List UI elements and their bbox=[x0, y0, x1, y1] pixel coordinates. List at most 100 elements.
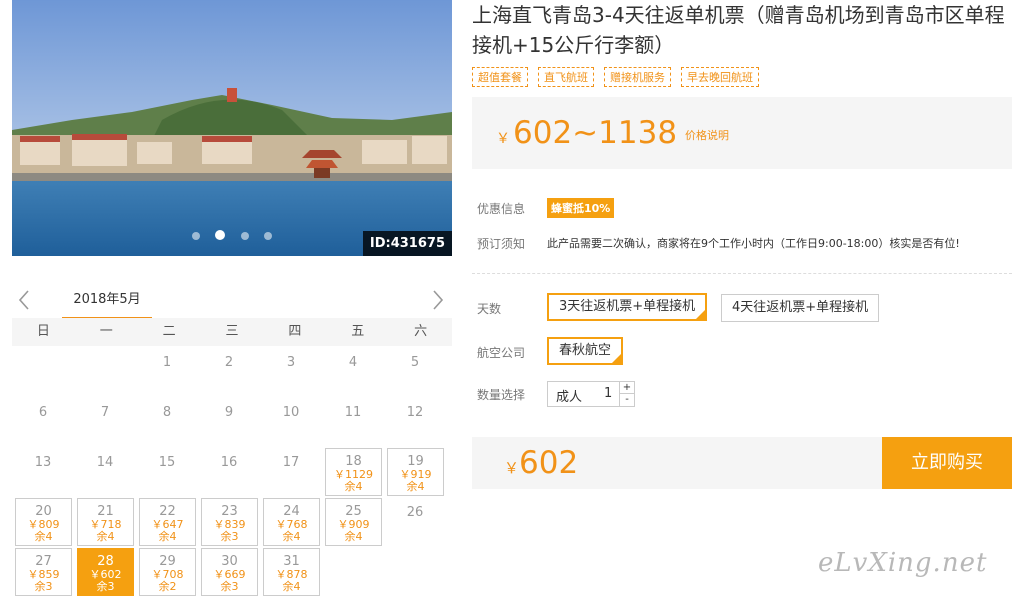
tag-badge: 早去晚回航班 bbox=[681, 67, 759, 87]
qty-value[interactable]: 1 bbox=[604, 386, 612, 401]
watermark: eLvXing.net bbox=[818, 548, 988, 578]
price-range-value: 602~1138 bbox=[513, 115, 678, 151]
calendar-day: 13 bbox=[12, 447, 74, 497]
slide-dot-4[interactable] bbox=[263, 232, 272, 240]
qty-label: 数量选择 bbox=[477, 388, 526, 402]
price-range: ￥602~1138 价格说明 bbox=[496, 115, 729, 151]
calendar-day-number: 20 bbox=[35, 504, 52, 519]
calendar-day-number: 12 bbox=[406, 405, 424, 420]
buy-now-button[interactable]: 立即购买 bbox=[882, 437, 1012, 489]
calendar-week-row: 13 14 15 16 17 18 ￥1129 余4 19 ￥919 余4 bbox=[12, 447, 452, 497]
calendar-day-number: 7 bbox=[100, 405, 110, 420]
weekday-label: 五 bbox=[351, 324, 365, 339]
calendar-day: 9 bbox=[198, 397, 260, 447]
slide-dot-1[interactable] bbox=[192, 232, 201, 240]
calendar-day-available[interactable]: 23 ￥839 余3 bbox=[201, 498, 258, 546]
calendar-day-number: 3 bbox=[286, 355, 296, 370]
slide-dot-3[interactable] bbox=[240, 232, 249, 240]
calendar-day: 14 bbox=[74, 447, 136, 497]
calendar-day-stock: 余4 bbox=[158, 530, 177, 543]
calendar-day: 16 bbox=[198, 447, 260, 497]
calendar-day-available[interactable]: 21 ￥718 余4 bbox=[77, 498, 134, 546]
promo-badge: 蜂蜜抵10% bbox=[547, 198, 615, 218]
tag-badge: 超值套餐 bbox=[472, 67, 528, 87]
next-month-button[interactable] bbox=[428, 287, 448, 313]
weekday-label: 四 bbox=[288, 324, 302, 339]
calendar-day-number: 19 bbox=[407, 454, 424, 469]
calendar-day-number: 22 bbox=[159, 504, 176, 519]
calendar-day-available[interactable]: 27 ￥859 余3 bbox=[15, 548, 72, 596]
calendar-day-stock: 余4 bbox=[344, 530, 363, 543]
slide-dot-2[interactable] bbox=[215, 230, 226, 240]
calendar-day-number: 29 bbox=[159, 554, 176, 569]
total-price: ￥602 bbox=[504, 445, 578, 481]
qty-type: 成人 bbox=[556, 390, 583, 405]
calendar-day-number: 25 bbox=[345, 504, 362, 519]
calendar-day-available[interactable]: 20 ￥809 余4 bbox=[15, 498, 72, 546]
calendar-day: 17 bbox=[260, 447, 322, 497]
calendar-day-stock: 余4 bbox=[406, 480, 425, 493]
calendar-month-tab[interactable]: 2018年5月 bbox=[62, 287, 152, 319]
calendar-empty-cell bbox=[74, 347, 136, 397]
qty-decrement-button[interactable]: - bbox=[619, 394, 634, 406]
calendar-empty-cell bbox=[12, 347, 74, 397]
calendar-day-number: 1 bbox=[162, 355, 172, 370]
currency-symbol: ￥ bbox=[504, 459, 520, 477]
calendar-day-available[interactable]: 18 ￥1129 余4 bbox=[325, 448, 382, 496]
days-option-4[interactable]: 4天往返机票+单程接机 bbox=[721, 294, 880, 322]
calendar-day: 5 bbox=[384, 347, 446, 397]
calendar-day-number: 5 bbox=[410, 355, 420, 370]
prev-month-button[interactable] bbox=[14, 287, 34, 313]
calendar-day-stock: 余4 bbox=[34, 530, 53, 543]
days-option-3[interactable]: 3天往返机票+单程接机 bbox=[547, 293, 708, 321]
product-photo[interactable]: ID:431675 bbox=[12, 0, 452, 256]
buy-bar: ￥602 立即购买 bbox=[472, 437, 1012, 489]
calendar-grid: 1 2 3 4 5 6 7 8 9 10 11 12 13 14 15 16 17 18 ￥1129 余4 19 ￥919… bbox=[12, 347, 452, 597]
calendar-day-number: 24 bbox=[283, 504, 300, 519]
calendar-day-stock: 余4 bbox=[282, 580, 301, 593]
days-label: 天数 bbox=[477, 302, 502, 316]
calendar-day-available[interactable]: 22 ￥647 余4 bbox=[139, 498, 196, 546]
calendar-empty-cell bbox=[384, 547, 446, 597]
weekday-label: 三 bbox=[225, 324, 239, 339]
calendar-day-available[interactable]: 19 ￥919 余4 bbox=[387, 448, 444, 496]
calendar-day-available[interactable]: 25 ￥909 余4 bbox=[325, 498, 382, 546]
calendar-day: 3 bbox=[260, 347, 322, 397]
calendar-day-number: 27 bbox=[35, 554, 52, 569]
calendar-day: 6 bbox=[12, 397, 74, 447]
calendar-day-selected[interactable]: 28 ￥602 余3 bbox=[77, 548, 134, 596]
calendar-day-number: 14 bbox=[96, 455, 114, 470]
chevron-right-icon bbox=[433, 290, 444, 310]
calendar-day-available[interactable]: 30 ￥669 余3 bbox=[201, 548, 258, 596]
calendar-day: 8 bbox=[136, 397, 198, 447]
calendar-day-available[interactable]: 24 ￥768 余4 bbox=[263, 498, 320, 546]
calendar-day-number: 16 bbox=[220, 455, 238, 470]
calendar-day: 4 bbox=[322, 347, 384, 397]
calendar-day-available[interactable]: 31 ￥878 余4 bbox=[263, 548, 320, 596]
calendar-day-available[interactable]: 29 ￥708 余2 bbox=[139, 548, 196, 596]
qty-increment-button[interactable]: + bbox=[619, 382, 634, 394]
price-note-link[interactable]: 价格说明 bbox=[685, 129, 729, 142]
total-price-value: 602 bbox=[519, 445, 579, 481]
calendar-day-number: 23 bbox=[221, 504, 238, 519]
calendar-day-stock: 余3 bbox=[220, 580, 239, 593]
calendar-week-row: 27 ￥859 余3 28 ￥602 余3 29 ￥708 余2 30 ￥669 余3 31 ￥878 余4 bbox=[12, 547, 452, 597]
tag-badge: 赠接机服务 bbox=[604, 67, 671, 87]
calendar-day-number: 26 bbox=[406, 505, 424, 520]
photo-id-badge: ID:431675 bbox=[362, 231, 452, 256]
airline-option[interactable]: 春秋航空 bbox=[547, 337, 624, 365]
calendar-day-stock: 余3 bbox=[220, 530, 239, 543]
calendar-week-row: 20 ￥809 余4 21 ￥718 余4 22 ￥647 余4 23 ￥839 余3 24 ￥768 余4… bbox=[12, 497, 452, 547]
airline-label: 航空公司 bbox=[477, 346, 526, 360]
calendar-day: 12 bbox=[384, 397, 446, 447]
calendar-day-number: 11 bbox=[344, 405, 362, 420]
calendar-day: 26 bbox=[384, 497, 446, 547]
calendar-weekday-header: 日 一 二 三 四 五 六 bbox=[12, 318, 452, 346]
qingdao-coast-image bbox=[12, 0, 452, 256]
calendar-day-number: 17 bbox=[282, 455, 300, 470]
calendar-week-row: 1 2 3 4 5 bbox=[12, 347, 452, 397]
price-panel: ￥602~1138 价格说明 bbox=[472, 97, 1012, 169]
notice-label: 预订须知 bbox=[477, 237, 526, 251]
tag-badge: 直飞航班 bbox=[538, 67, 594, 87]
calendar-day-stock: 余4 bbox=[282, 530, 301, 543]
